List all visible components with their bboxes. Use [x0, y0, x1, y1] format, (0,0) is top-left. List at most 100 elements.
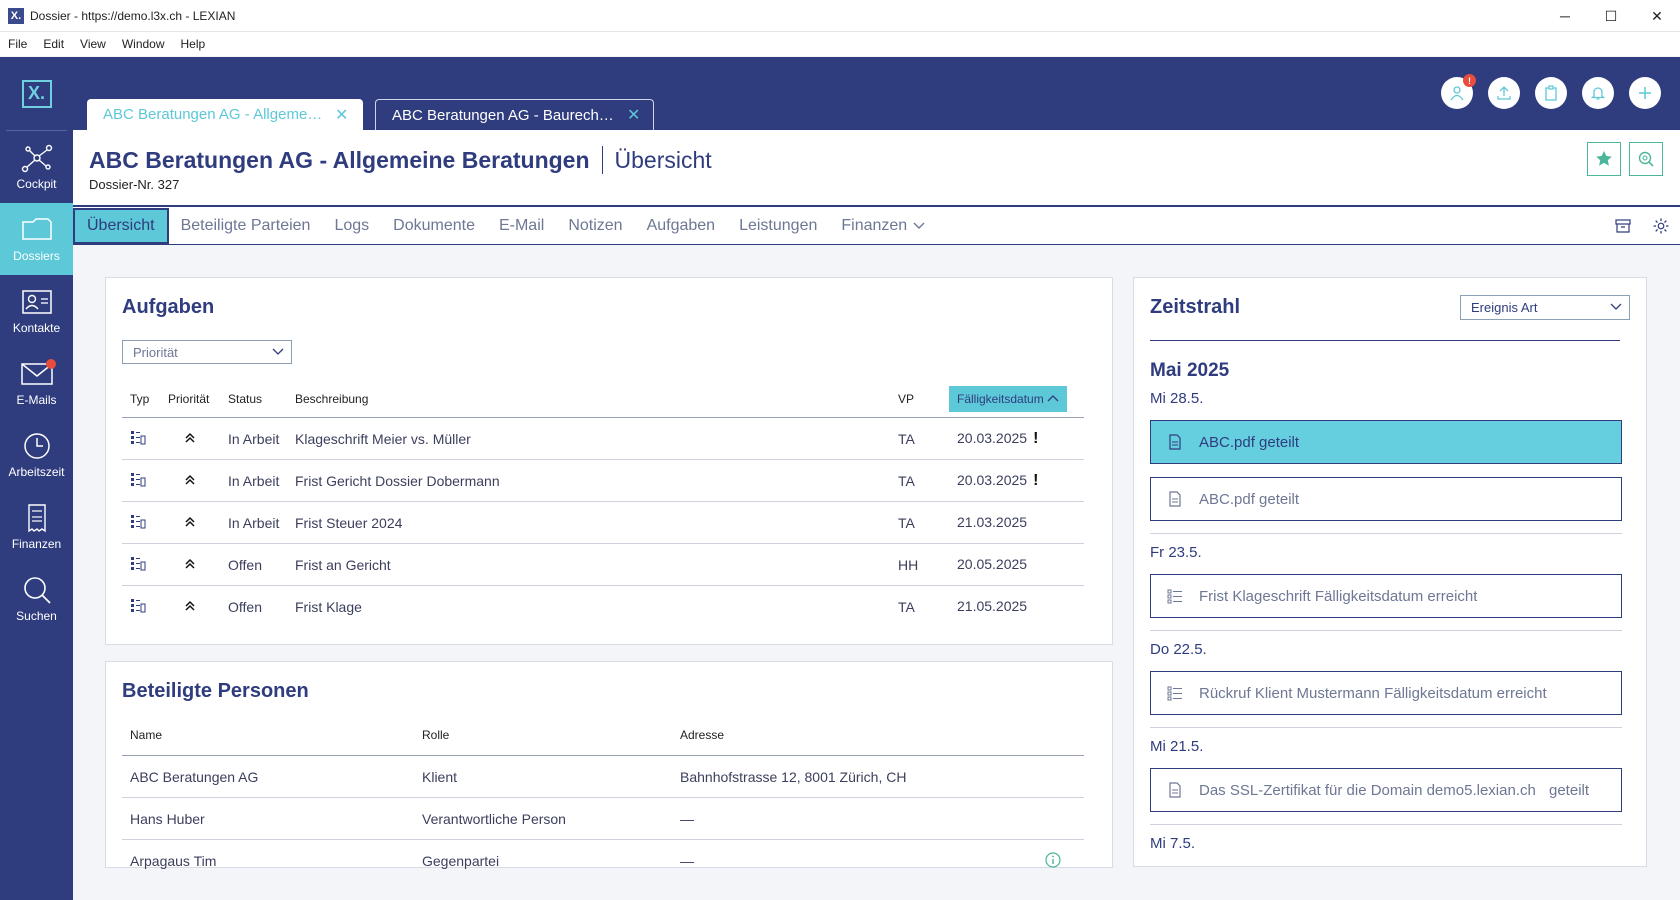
archive-icon — [1615, 219, 1631, 233]
nav-dokumente[interactable]: Dokumente — [381, 208, 487, 244]
sidebar-logo[interactable]: X. — [6, 57, 67, 131]
settings-button[interactable] — [1642, 207, 1680, 245]
timeline-event-text: Das SSL-Zertifikat für die Domain demo5.… — [1199, 781, 1536, 799]
personen-table: Name Rolle Adresse ABC Beratungen AG Klie… — [122, 714, 1084, 882]
dossier-title: ABC Beratungen AG - Allgemeine Beratunge… — [89, 146, 590, 173]
nav-logs[interactable]: Logs — [322, 208, 381, 244]
sidebar-item-kontakte[interactable]: Kontakte — [0, 275, 73, 347]
table-row[interactable]: Hans Huber Verantwortliche Person — — [122, 798, 1084, 840]
tab-dossier-allgemeine[interactable]: ABC Beratungen AG - Allgemeine Beratunge… — [87, 99, 363, 130]
task-due-date-value: 20.05.2025 — [957, 555, 1028, 572]
sidebar-label-cockpit: Cockpit — [16, 177, 57, 191]
task-vp: TA — [898, 599, 915, 615]
col-typ[interactable]: Typ — [122, 392, 160, 406]
menu-help[interactable]: Help — [173, 37, 214, 51]
task-type-icon — [122, 430, 160, 448]
nav-leistungen[interactable]: Leistungen — [727, 208, 829, 244]
nav-email[interactable]: E-Mail — [487, 208, 556, 244]
sidebar-label-arbeitszeit: Arbeitszeit — [8, 465, 65, 479]
personen-rows: ABC Beratungen AG Klient Bahnhofstrasse 12… — [122, 756, 1084, 882]
col-adresse[interactable]: Adresse — [672, 728, 1052, 742]
sidebar-item-cockpit[interactable]: Cockpit — [0, 131, 73, 203]
archive-button[interactable] — [1604, 207, 1642, 245]
sidebar-item-finanzen[interactable]: Finanzen — [0, 491, 73, 563]
priority-filter-select[interactable]: Priorität — [122, 340, 292, 364]
nav-uebersicht[interactable]: Übersicht — [73, 207, 169, 244]
col-name[interactable]: Name — [122, 728, 414, 742]
table-row[interactable]: In Arbeit Klageschrift Meier vs. Müller TA… — [122, 418, 1084, 460]
close-tab-icon[interactable]: ✕ — [627, 105, 640, 125]
col-beschreibung[interactable]: Beschreibung — [287, 392, 890, 406]
menu-edit[interactable]: Edit — [35, 37, 72, 51]
sidebar-label-kontakte: Kontakte — [12, 321, 61, 335]
nav-beteiligte-parteien[interactable]: Beteiligte Parteien — [169, 208, 323, 244]
close-tab-icon[interactable]: ✕ — [335, 105, 348, 125]
nav-finanzen-label: Finanzen — [841, 216, 908, 234]
priority-high-icon — [160, 599, 220, 615]
close-window-button[interactable]: ✕ — [1634, 0, 1680, 32]
plus-icon — [1639, 87, 1651, 99]
sidebar-item-suchen[interactable]: Suchen — [0, 563, 73, 635]
task-due-date: 20.03.2025! — [949, 472, 1069, 490]
tab-dossier-baurecht[interactable]: ABC Beratungen AG - Baurecht Beratung ✕ — [375, 99, 654, 130]
timeline-separator — [1150, 340, 1620, 341]
timeline-event[interactable]: Frist Klageschrift Fälligkeitsdatum erre… — [1150, 574, 1622, 618]
timeline-event-suffix: geteilt — [1549, 781, 1590, 799]
window-controls: ─ ☐ ✕ — [1542, 0, 1680, 32]
col-status[interactable]: Status — [220, 392, 287, 406]
task-description: Frist Gericht Dossier Dobermann — [295, 472, 500, 489]
user-button[interactable]: ! — [1441, 74, 1476, 109]
sidebar-item-dossiers[interactable]: Dossiers — [0, 203, 73, 275]
page-title: ABC Beratungen AG - Allgemeine Beratunge… — [89, 146, 712, 174]
timeline-event[interactable]: ABC.pdf geteilt — [1150, 477, 1622, 521]
menu-file[interactable]: File — [0, 37, 35, 51]
timeline-event[interactable]: ABC.pdf geteilt — [1150, 420, 1622, 464]
table-row[interactable]: Offen Frist Klage TA 21.05.2025 — [122, 586, 1084, 628]
task-due-date-value: 21.03.2025 — [957, 513, 1028, 530]
sidebar-label-dossiers: Dossiers — [13, 249, 60, 263]
nav-notizen[interactable]: Notizen — [556, 208, 634, 244]
col-faelligkeitsdatum[interactable]: Fälligkeitsdatum — [949, 385, 1067, 412]
info-icon[interactable] — [1037, 851, 1067, 871]
col-prioritaet[interactable]: Priorität — [160, 392, 220, 406]
sidebar-item-arbeitszeit[interactable]: Arbeitszeit — [0, 419, 73, 491]
col-rolle[interactable]: Rolle — [414, 728, 672, 742]
task-vp: TA — [898, 430, 915, 447]
table-row[interactable]: Offen Frist an Gericht HH 20.05.2025 — [122, 544, 1084, 586]
table-header: Name Rolle Adresse — [122, 714, 1084, 756]
nav-finanzen[interactable]: Finanzen — [829, 208, 938, 244]
document-icon — [1151, 434, 1199, 450]
document-icon — [1151, 782, 1199, 798]
task-due-date: 21.05.2025 — [949, 598, 1069, 616]
event-type-label: Ereignis Art — [1471, 300, 1538, 315]
nav-aufgaben[interactable]: Aufgaben — [635, 208, 728, 244]
notifications-button[interactable] — [1582, 77, 1614, 109]
task-list-icon — [1151, 588, 1199, 604]
chevron-down-icon — [272, 348, 284, 355]
col-vp[interactable]: VP — [890, 392, 949, 406]
timeline-event[interactable]: Das SSL-Zertifikat für die Domain demo5.… — [1150, 768, 1622, 812]
clipboard-button[interactable] — [1535, 77, 1567, 109]
task-description: Frist an Gericht — [295, 556, 391, 573]
minimize-button[interactable]: ─ — [1542, 0, 1588, 32]
add-button[interactable] — [1629, 77, 1661, 109]
notification-dot — [46, 359, 56, 369]
event-type-select[interactable]: Ereignis Art — [1460, 295, 1630, 320]
task-due-date-value: 21.05.2025 — [957, 598, 1028, 614]
zoom-button[interactable] — [1629, 142, 1663, 176]
table-row[interactable]: In Arbeit Frist Gericht Dossier Dobermann… — [122, 460, 1084, 502]
favorite-button[interactable] — [1587, 142, 1621, 176]
table-row[interactable]: ABC Beratungen AG Klient Bahnhofstrasse 12… — [122, 756, 1084, 798]
table-row[interactable]: Arpagaus Tim Gegenpartei — — [122, 840, 1084, 882]
table-row[interactable]: In Arbeit Frist Steuer 2024 TA 21.03.2025 — [122, 502, 1084, 544]
menu-window[interactable]: Window — [114, 37, 173, 51]
sidebar-item-emails[interactable]: E-Mails — [0, 347, 73, 419]
clipboard-icon — [1545, 85, 1557, 101]
menu-view[interactable]: View — [72, 37, 114, 51]
upload-button[interactable] — [1488, 77, 1520, 109]
task-type-icon — [122, 556, 160, 574]
timeline-event[interactable]: Rückruf Klient Mustermann Fälligkeitsdat… — [1150, 671, 1622, 715]
maximize-button[interactable]: ☐ — [1588, 0, 1634, 32]
task-due-date: 20.03.2025! — [949, 430, 1069, 448]
table-header: Typ Priorität Status Beschreibung VP Fäl… — [122, 380, 1084, 418]
